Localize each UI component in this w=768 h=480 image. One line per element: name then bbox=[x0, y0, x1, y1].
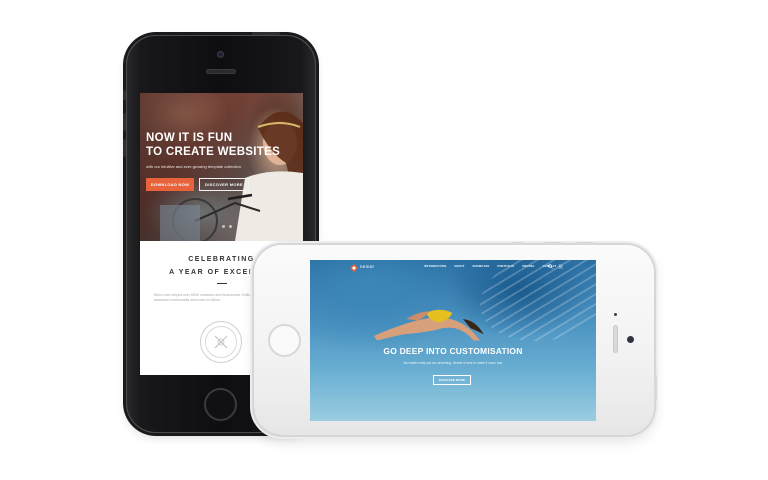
volume-up-button bbox=[544, 242, 562, 245]
menu-icon[interactable] bbox=[558, 264, 563, 269]
slider-dots[interactable] bbox=[222, 225, 232, 228]
hero-title-line2: TO CREATE WEBSITES bbox=[146, 146, 281, 158]
white-iphone-landscape: nemat INTRODUCTION ABOUT SHOWCASE PORTFO… bbox=[254, 242, 657, 435]
hero-subline: No matter what you are dreaming, Nemat i… bbox=[403, 361, 503, 365]
home-button bbox=[268, 324, 301, 357]
hero-title: NOW IT IS FUN TO CREATE WEBSITES bbox=[146, 131, 296, 159]
nav-item[interactable]: SHOWCASE bbox=[473, 265, 490, 268]
nav-item[interactable]: INTRODUCTION bbox=[424, 265, 446, 268]
hero-title-line1: NOW IT IS FUN bbox=[146, 132, 233, 144]
swimmer-underwater-photo bbox=[374, 309, 484, 341]
volume-up-button bbox=[123, 113, 126, 131]
home-button bbox=[204, 388, 237, 421]
mute-switch bbox=[123, 90, 126, 100]
landscape-screen: nemat INTRODUCTION ABOUT SHOWCASE PORTFO… bbox=[310, 260, 596, 421]
heading-divider bbox=[217, 283, 227, 284]
nav-menu-items: INTRODUCTION ABOUT SHOWCASE PORTFOLIO PR… bbox=[424, 265, 556, 268]
brand-logo-icon bbox=[350, 264, 358, 272]
power-button bbox=[252, 32, 280, 35]
hero-banner: NOW IT IS FUN TO CREATE WEBSITES with ou… bbox=[140, 93, 303, 241]
download-now-button[interactable]: DOWNLOAD NOW bbox=[146, 178, 194, 191]
hero-headline: GO DEEP INTO CUSTOMISATION bbox=[383, 346, 523, 356]
slider-dot[interactable] bbox=[229, 225, 232, 228]
mute-switch bbox=[512, 242, 524, 245]
top-navigation: nemat INTRODUCTION ABOUT SHOWCASE PORTFO… bbox=[310, 260, 596, 274]
slider-dot[interactable] bbox=[222, 225, 225, 228]
award-badge-icon bbox=[200, 321, 242, 363]
front-camera-icon bbox=[627, 336, 634, 343]
earpiece-speaker bbox=[613, 325, 618, 353]
power-button bbox=[654, 375, 657, 401]
volume-down-button bbox=[576, 242, 594, 245]
discover-more-button[interactable]: DISCOVER MORE bbox=[433, 375, 471, 385]
nav-item[interactable]: PRICING bbox=[522, 265, 534, 268]
discover-more-button[interactable]: DISCOVER MORE bbox=[199, 178, 249, 191]
proximity-sensor bbox=[614, 313, 617, 316]
front-camera-icon bbox=[217, 51, 224, 58]
volume-down-button bbox=[123, 139, 126, 157]
nav-item[interactable]: PORTFOLIO bbox=[497, 265, 514, 268]
earpiece-speaker bbox=[206, 69, 236, 74]
hero-subtitle: with our intuitive and ever-growing temp… bbox=[146, 164, 241, 169]
crossed-arrows-icon bbox=[214, 335, 228, 349]
search-icon[interactable] bbox=[548, 264, 553, 269]
badge-inner-ring bbox=[205, 326, 237, 358]
nav-item[interactable]: ABOUT bbox=[454, 265, 464, 268]
brand-name[interactable]: nemat bbox=[360, 264, 374, 269]
